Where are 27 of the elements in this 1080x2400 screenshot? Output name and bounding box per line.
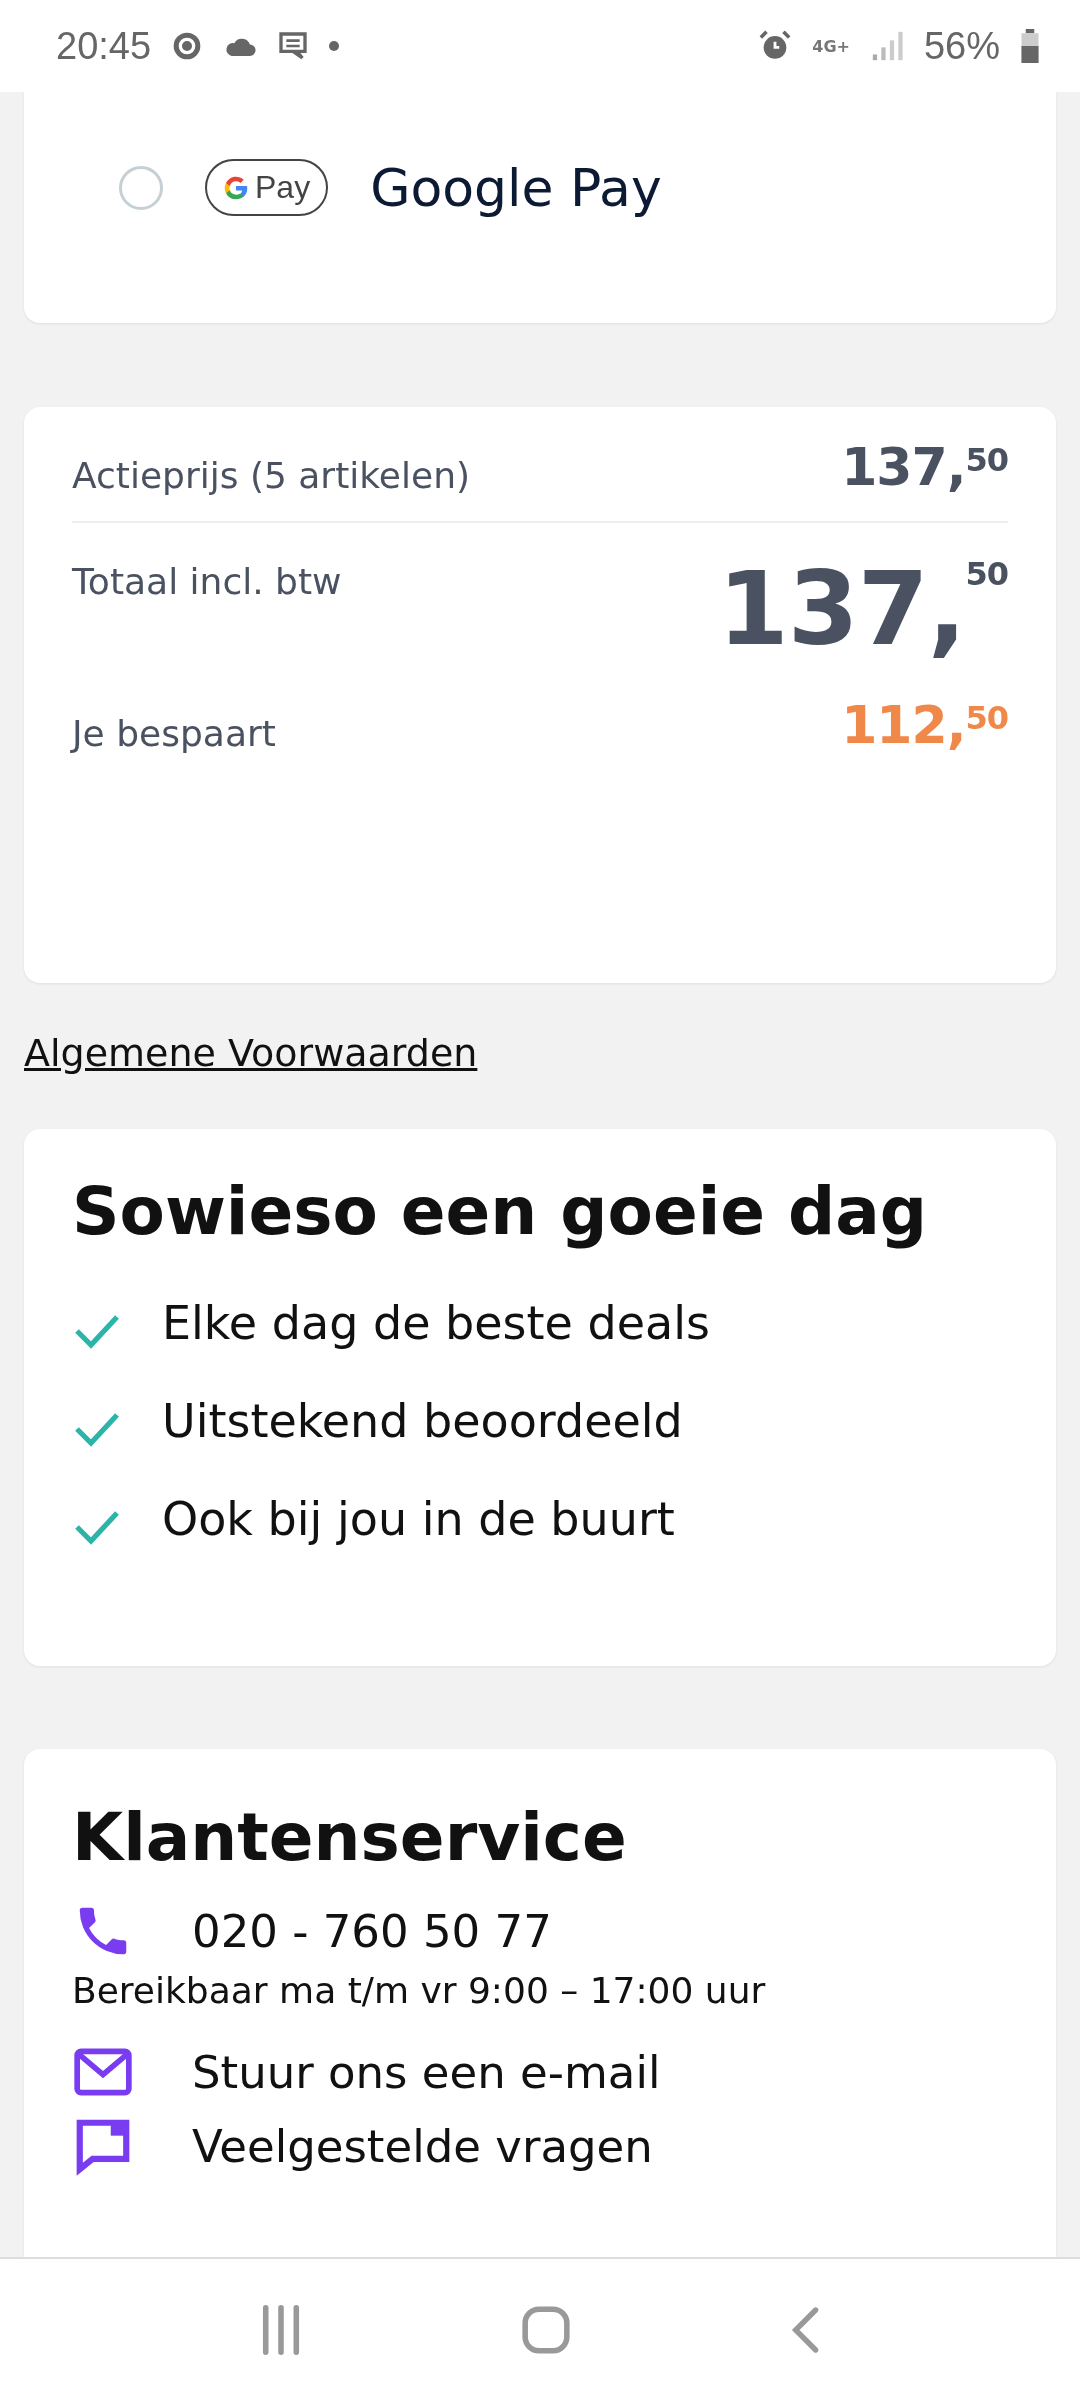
contact-link[interactable]: Stuur ons een e-mail xyxy=(192,2045,661,2099)
price-label: Actieprijs (5 artikelen) xyxy=(72,454,470,496)
payment-label: Google Pay xyxy=(370,157,662,218)
badge-text: Pay xyxy=(255,169,311,206)
battery-percent: 56% xyxy=(923,24,1000,68)
price-label: Totaal incl. btw xyxy=(72,560,342,602)
usp-text: Uitstekend beoordeeld xyxy=(162,1394,683,1448)
home-icon xyxy=(521,2304,571,2355)
card-title: Sowieso een goeie dag xyxy=(72,1173,929,1250)
message-icon xyxy=(277,30,310,62)
price-value: 137,$^{50}$ xyxy=(717,553,1008,666)
dot-icon xyxy=(329,41,340,51)
phone-number[interactable]: 020 - 760 50 77 xyxy=(192,1904,552,1958)
terms-link[interactable]: Algemene Voorwaarden xyxy=(24,1031,478,1075)
battery-icon xyxy=(1020,29,1040,63)
radio-button[interactable] xyxy=(119,165,163,210)
network-label: 4G+ xyxy=(812,36,850,56)
back-icon xyxy=(789,2304,821,2355)
hours-text: Bereikbaar ma t/m vr 9:00 – 17:00 uur xyxy=(72,1970,767,2011)
contact-link[interactable]: Veelgestelde vragen xyxy=(192,2119,653,2173)
usp-text: Ook bij jou in de buurt xyxy=(162,1492,675,1546)
usp-text: Elke dag de beste deals xyxy=(162,1296,710,1350)
price-value: 112,$^{50}$ xyxy=(841,695,1008,756)
price-value: 137,$^{50}$ xyxy=(841,437,1008,497)
card-title: Klantenservice xyxy=(72,1799,628,1876)
clock-time: 20:45 xyxy=(56,24,152,68)
price-label: Je bespaart xyxy=(72,712,276,755)
